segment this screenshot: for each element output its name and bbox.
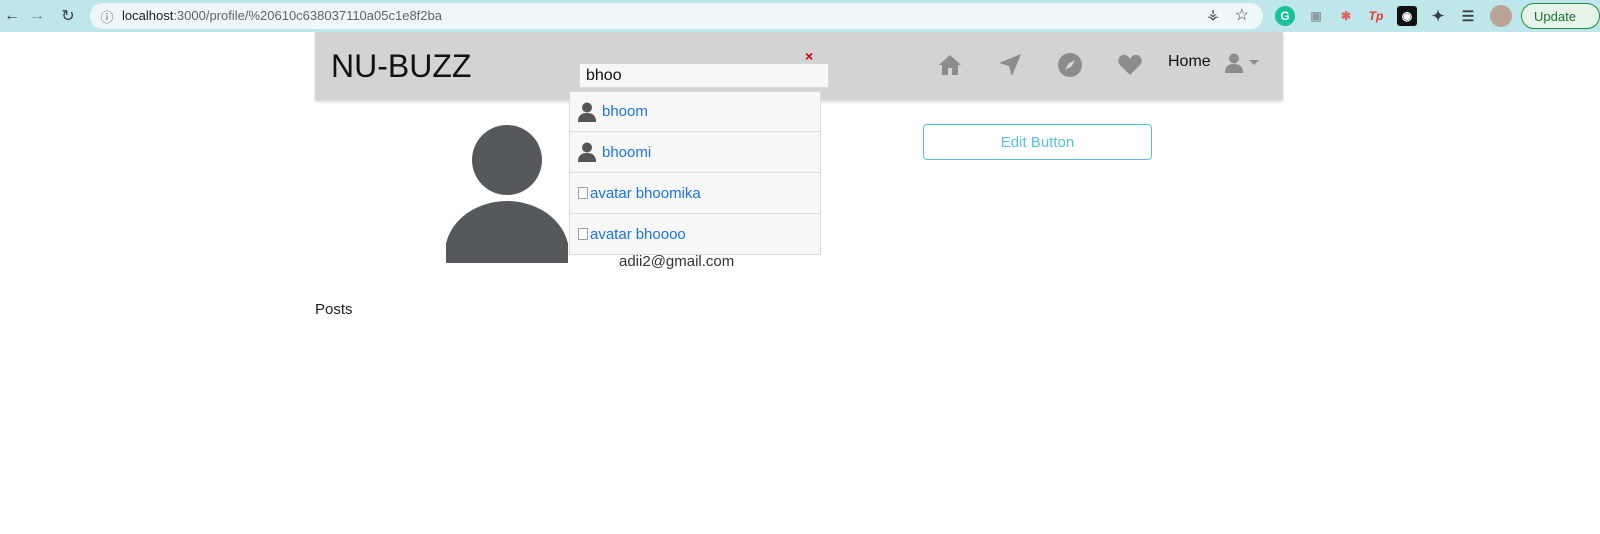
profile-email: adii2@gmail.com: [619, 253, 735, 270]
caret-down-icon: [1249, 60, 1259, 65]
tp-icon[interactable]: Tp: [1366, 6, 1386, 26]
key-icon[interactable]: ⚶: [1207, 6, 1219, 23]
explore-icon[interactable]: [1055, 50, 1085, 80]
url-path: :3000/profile/%20610c638037110a05c1e8f2b…: [173, 8, 442, 23]
home-link[interactable]: Home: [1168, 53, 1211, 71]
posts-heading: Posts: [315, 301, 353, 318]
broken-image-icon: avatar: [578, 185, 632, 202]
forward-icon[interactable]: →: [25, 4, 49, 28]
search-result-name[interactable]: bhoomi: [602, 144, 651, 161]
avatar-alt-text: avatar: [590, 184, 632, 202]
url-host: localhost: [122, 8, 174, 23]
update-button[interactable]: Update: [1521, 3, 1600, 29]
url-text[interactable]: localhost:3000/profile/%20610c638037110a…: [122, 8, 442, 23]
info-icon[interactable]: ⓘ: [98, 7, 116, 25]
edit-profile-button[interactable]: Edit Button: [923, 124, 1152, 160]
search-result-item[interactable]: bhoom: [569, 91, 821, 132]
github-icon[interactable]: ◉: [1397, 6, 1417, 26]
search-result-name[interactable]: bhoomika: [636, 185, 701, 202]
extension-icon[interactable]: ▣: [1306, 6, 1326, 26]
heart-icon[interactable]: [1115, 50, 1145, 80]
grammarly-icon[interactable]: G: [1275, 6, 1295, 26]
broken-image-icon: avatar: [578, 226, 632, 243]
browser-toolbar: ← → ↻ ⓘ localhost:3000/profile/%20610c63…: [0, 0, 1600, 32]
person-icon: [578, 102, 596, 122]
home-icon[interactable]: [935, 50, 965, 80]
search-result-name[interactable]: bhoom: [602, 103, 648, 120]
brand-logo[interactable]: NU-BUZZ: [331, 48, 471, 85]
address-bar[interactable]: ⓘ localhost:3000/profile/%20610c63803711…: [90, 3, 1263, 29]
person-icon: [578, 142, 596, 162]
profile-avatar-icon: [446, 125, 568, 263]
search-result-name[interactable]: bhoooo: [636, 226, 686, 243]
extension-icon[interactable]: ✱: [1336, 6, 1356, 26]
user-menu-toggle[interactable]: [1225, 50, 1265, 76]
media-icon[interactable]: ☰: [1458, 6, 1478, 26]
send-icon[interactable]: [995, 50, 1025, 80]
avatar-alt-text: avatar: [590, 225, 632, 243]
clear-search-icon[interactable]: ×: [805, 48, 813, 64]
search-results-dropdown: bhoom bhoomi avatar bhoomika avatar bhoo…: [569, 91, 821, 255]
back-icon[interactable]: ←: [0, 4, 24, 28]
puzzle-icon[interactable]: ✦: [1428, 6, 1448, 26]
search-result-item[interactable]: bhoomi: [569, 132, 821, 173]
search-input[interactable]: [579, 63, 829, 88]
app-navbar: NU-BUZZ × Home: [315, 32, 1283, 100]
user-icon: [1225, 53, 1243, 73]
search-result-item[interactable]: avatar bhoomika: [569, 173, 821, 214]
search-result-item[interactable]: avatar bhoooo: [569, 214, 821, 255]
reload-icon[interactable]: ↻: [56, 4, 80, 28]
profile-avatar-icon[interactable]: [1490, 5, 1512, 27]
star-icon[interactable]: ☆: [1235, 5, 1249, 25]
